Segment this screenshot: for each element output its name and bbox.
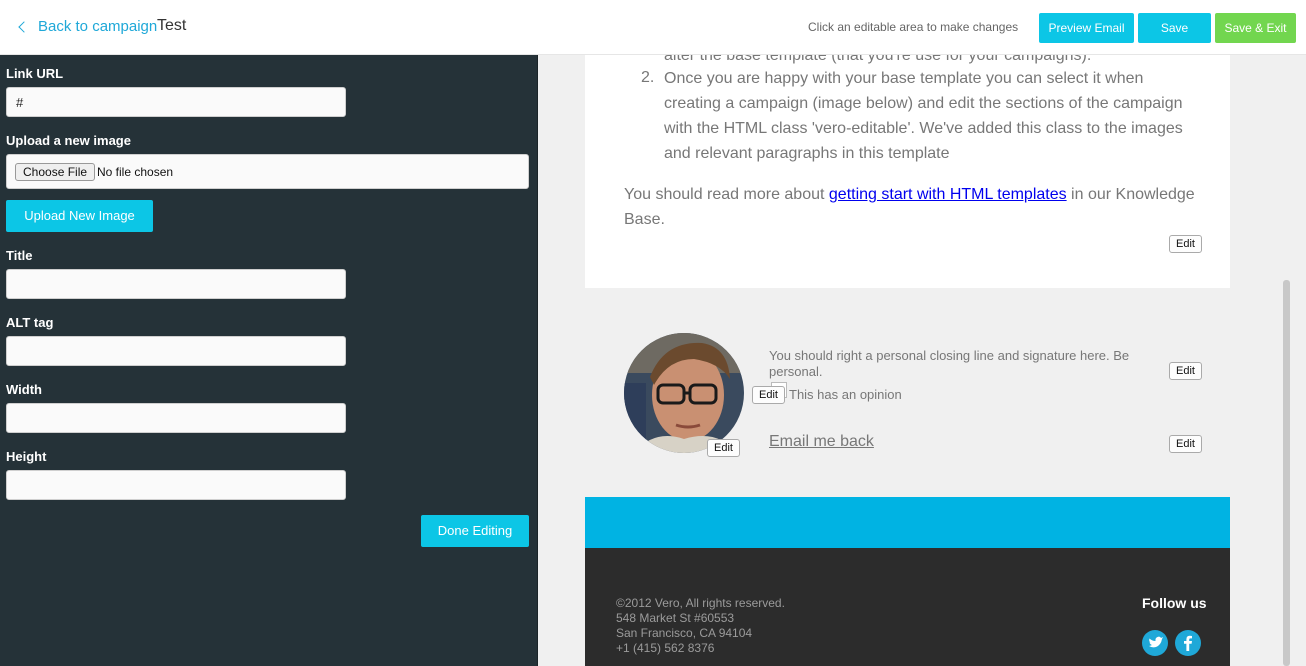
closing-line: You should right a personal closing line… bbox=[769, 348, 1130, 379]
clipped-list-text: alter the base template (that you're use… bbox=[664, 55, 1092, 64]
chevron-left-icon bbox=[18, 21, 30, 33]
save-button[interactable]: Save bbox=[1138, 13, 1211, 43]
edit-button-signature-image[interactable]: Edit bbox=[752, 386, 785, 404]
upload-image-label: Upload a new image bbox=[6, 133, 131, 148]
width-input[interactable] bbox=[6, 403, 346, 433]
footer-address: ©2012 Vero, All rights reserved. 548 Mar… bbox=[616, 596, 785, 656]
title-label: Title bbox=[6, 248, 33, 263]
city: San Francisco, CA 94104 bbox=[616, 626, 753, 640]
email-preview[interactable]: alter the base template (that you're use… bbox=[538, 55, 1306, 666]
campaign-name: Test bbox=[157, 17, 187, 34]
link-url-label: Link URL bbox=[6, 66, 64, 81]
edit-hint: Click an editable area to make changes bbox=[808, 20, 1019, 34]
file-input[interactable]: Choose File No file chosen bbox=[6, 154, 529, 189]
preview-scrollbar[interactable] bbox=[1283, 280, 1290, 666]
back-to-campaign-label: Back to campaign bbox=[38, 18, 158, 35]
twitter-icon[interactable] bbox=[1142, 630, 1168, 656]
edit-button-closing[interactable]: Edit bbox=[1169, 362, 1202, 380]
edit-button-avatar[interactable]: Edit bbox=[707, 439, 740, 457]
email-template: alter the base template (that you're use… bbox=[585, 55, 1290, 666]
follow-us-label: Follow us bbox=[1142, 595, 1207, 611]
signature-image-alt: This has an opinion bbox=[789, 387, 902, 402]
knowledge-base-paragraph: You should read more about getting start… bbox=[624, 182, 1214, 232]
link-url-input[interactable] bbox=[6, 87, 346, 117]
alt-tag-label: ALT tag bbox=[6, 315, 54, 330]
para-text-before: You should read more about bbox=[624, 186, 829, 203]
avatar[interactable] bbox=[624, 333, 744, 453]
phone: +1 (415) 562 8376 bbox=[616, 641, 715, 655]
list-number: 2. bbox=[641, 69, 655, 86]
image-edit-panel: Link URL Upload a new image Choose File … bbox=[0, 55, 538, 666]
alt-tag-input[interactable] bbox=[6, 336, 346, 366]
file-status: No file chosen bbox=[97, 165, 174, 179]
avatar-photo bbox=[624, 333, 744, 453]
height-input[interactable] bbox=[6, 470, 346, 500]
edit-button-email-link[interactable]: Edit bbox=[1169, 435, 1202, 453]
save-and-exit-button[interactable]: Save & Exit bbox=[1215, 13, 1296, 43]
edit-button-body[interactable]: Edit bbox=[1169, 235, 1202, 253]
preview-email-button[interactable]: Preview Email bbox=[1039, 13, 1134, 43]
choose-file-button[interactable]: Choose File bbox=[15, 163, 96, 181]
height-label: Height bbox=[6, 449, 47, 464]
copyright: ©2012 Vero, All rights reserved. bbox=[616, 596, 785, 610]
upload-new-image-button[interactable]: Upload New Image bbox=[6, 200, 153, 232]
signature-section: Edit You should right a personal closing… bbox=[585, 288, 1230, 497]
html-templates-link[interactable]: getting start with HTML templates bbox=[829, 186, 1067, 203]
footer-accent-band bbox=[585, 497, 1230, 548]
facebook-icon[interactable] bbox=[1175, 630, 1201, 656]
email-footer: ©2012 Vero, All rights reserved. 548 Mar… bbox=[585, 548, 1230, 666]
title-input[interactable] bbox=[6, 269, 346, 299]
back-to-campaign-link[interactable]: Back to campaign bbox=[18, 18, 158, 35]
street: 548 Market St #60553 bbox=[616, 611, 735, 625]
email-body-section[interactable]: alter the base template (that you're use… bbox=[585, 55, 1230, 288]
width-label: Width bbox=[6, 382, 42, 397]
list-item-text: Once you are happy with your base templa… bbox=[664, 70, 1183, 162]
email-me-back-link[interactable]: Email me back bbox=[769, 433, 874, 451]
done-editing-button[interactable]: Done Editing bbox=[421, 515, 529, 547]
top-bar: Back to campaign Test Click an editable … bbox=[0, 0, 1306, 55]
